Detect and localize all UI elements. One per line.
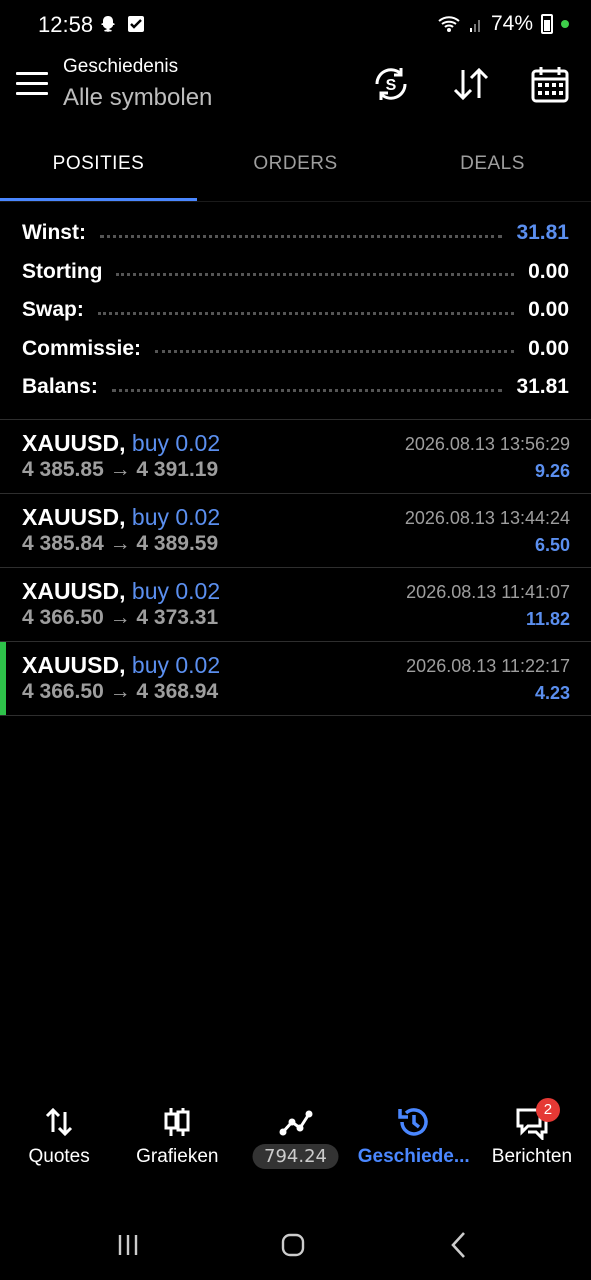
currency-sync-icon[interactable]: S (369, 62, 413, 106)
calendar-icon[interactable] (528, 62, 572, 106)
candlestick-chart-icon (164, 1108, 190, 1136)
symbol-filter-title[interactable]: Alle symbolen (63, 84, 212, 112)
trade-value-pill: 794.24 (252, 1144, 339, 1169)
position-profit: 9.26 (534, 461, 570, 481)
commission-value: 0.00 (528, 336, 569, 360)
history-clock-icon (397, 1108, 428, 1136)
status-bar: 12:58 74% (0, 0, 591, 52)
swap-value: 0.00 (528, 298, 569, 322)
menu-button[interactable] (16, 72, 48, 98)
summary-row-deposit: Storting 0.00 (0, 253, 591, 292)
position-row-selected[interactable]: XAUUSD, buy 0.02 4 366.50 → 4 368.94 202… (0, 642, 591, 716)
deposit-value: 0.00 (528, 259, 569, 283)
summary-label: Balans: (22, 375, 98, 399)
back-icon[interactable] (442, 1227, 478, 1263)
position-time: 2026.08.13 13:56:29 (404, 434, 570, 454)
position-prices: 4 385.85 → 4 391.19 (22, 458, 219, 481)
tab-positions[interactable]: POSITIES (0, 130, 197, 201)
toolbar-subtitle: Geschiedenis (63, 56, 179, 77)
position-prices: 4 366.50 → 4 373.31 (22, 606, 219, 629)
status-time: 12:58 (38, 12, 94, 37)
tab-bar: POSITIES ORDERS DEALS (0, 130, 591, 202)
position-profit: 6.50 (534, 535, 570, 555)
sort-icon[interactable] (449, 62, 493, 106)
nav-label: Quotes (28, 1146, 90, 1167)
position-side: buy 0.02 (131, 578, 221, 604)
checkbox-notification-icon (128, 16, 144, 32)
summary-row-commission: Commissie: 0.00 (0, 330, 591, 369)
positions-list: XAUUSD, buy 0.02 4 385.85 → 4 391.19 202… (0, 420, 591, 716)
balance-value: 31.81 (516, 375, 569, 399)
signal-icon (469, 20, 480, 32)
summary-label: Swap: (22, 298, 84, 322)
position-symbol: XAUUSD, (22, 430, 126, 456)
position-row[interactable]: XAUUSD, buy 0.02 4 366.50 → 4 373.31 202… (0, 568, 591, 642)
summary-row-swap: Swap: 0.00 (0, 291, 591, 330)
unread-badge: 2 (535, 1098, 560, 1122)
system-navigation-bar (0, 1215, 591, 1275)
position-prices: 4 366.50 → 4 368.94 (22, 680, 219, 703)
privacy-indicator-icon (561, 20, 569, 28)
nav-history[interactable]: Geschiede... (355, 1096, 473, 1182)
nav-quotes[interactable]: Quotes (0, 1096, 118, 1182)
tab-deals[interactable]: DEALS (394, 130, 591, 201)
summary-label: Storting (22, 259, 103, 283)
bottom-navigation: Quotes Grafieken 794.24 Geschiede... 2 B… (0, 1096, 591, 1182)
nav-label: Grafieken (136, 1146, 219, 1167)
position-side: buy 0.02 (131, 652, 221, 678)
nav-trade[interactable]: 794.24 (236, 1096, 354, 1182)
profit-value: 31.81 (516, 221, 569, 245)
nav-label: Berichten (491, 1146, 573, 1167)
position-time: 2026.08.13 11:22:17 (406, 656, 570, 676)
position-row[interactable]: XAUUSD, buy 0.02 4 385.85 → 4 391.19 202… (0, 420, 591, 494)
position-time: 2026.08.13 13:44:24 (404, 508, 570, 528)
nav-charts[interactable]: Grafieken (118, 1096, 236, 1182)
snapchat-icon (101, 16, 115, 32)
tab-orders[interactable]: ORDERS (197, 130, 394, 201)
position-symbol: XAUUSD, (22, 652, 126, 678)
toolbar: Geschiedenis Alle symbolen S (0, 52, 591, 122)
position-side: buy 0.02 (131, 430, 221, 456)
position-profit: 4.23 (534, 683, 570, 703)
summary-row-profit: Winst: 31.81 (0, 214, 591, 253)
wifi-icon (438, 16, 460, 32)
battery-percentage: 74% (490, 12, 533, 35)
position-symbol: XAUUSD, (22, 504, 126, 530)
battery-icon (541, 14, 553, 34)
svg-text:S: S (386, 77, 397, 94)
position-row[interactable]: XAUUSD, buy 0.02 4 385.84 → 4 389.59 202… (0, 494, 591, 568)
position-profit: 11.82 (525, 609, 570, 629)
trade-line-icon (279, 1110, 312, 1136)
quotes-arrows-icon (46, 1107, 73, 1137)
recent-apps-icon[interactable] (110, 1227, 146, 1263)
home-icon[interactable] (275, 1227, 311, 1263)
position-prices: 4 385.84 → 4 389.59 (22, 532, 219, 555)
position-symbol: XAUUSD, (22, 578, 126, 604)
nav-label: Geschiede... (357, 1146, 470, 1167)
summary-row-balance: Balans: 31.81 (0, 368, 591, 407)
summary-panel: Winst: 31.81 Storting 0.00 Swap: 0.00 Co… (0, 214, 591, 407)
position-time: 2026.08.13 11:41:07 (406, 582, 570, 602)
position-side: buy 0.02 (131, 504, 221, 530)
summary-label: Commissie: (22, 336, 142, 360)
nav-messages[interactable]: 2 Berichten (473, 1096, 591, 1182)
summary-label: Winst: (22, 221, 86, 245)
